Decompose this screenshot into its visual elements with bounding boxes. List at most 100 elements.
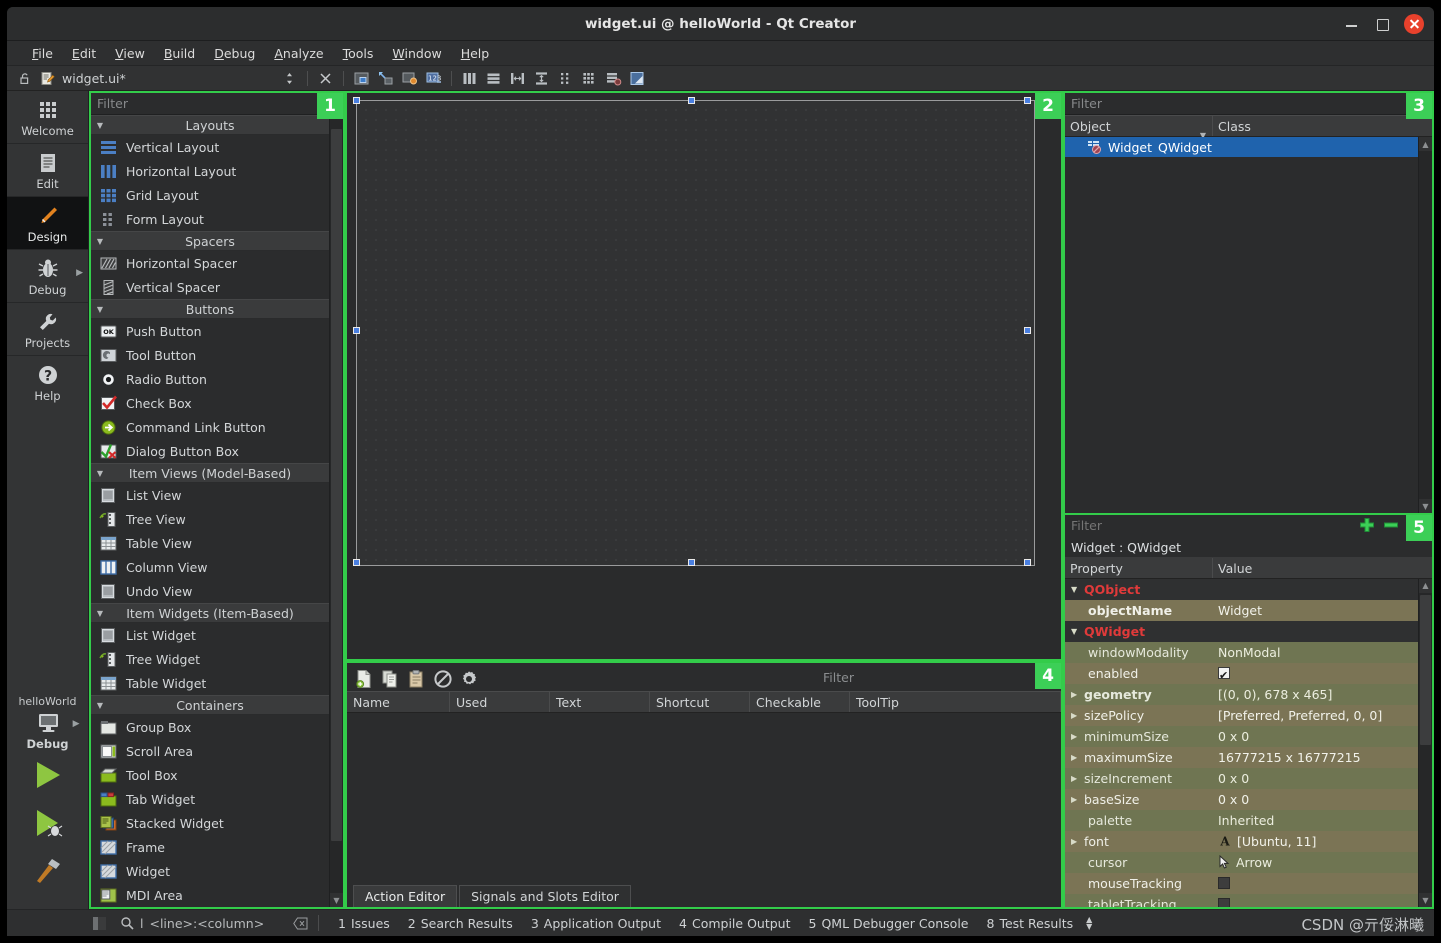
output-pane-qml-debugger-console[interactable]: 5 QML Debugger Console xyxy=(800,916,978,931)
resize-handle-bottom-center[interactable] xyxy=(688,559,695,566)
property-row[interactable]: palette Inherited xyxy=(1065,809,1418,831)
layout-vertically-icon[interactable] xyxy=(485,70,502,87)
widget-box-item[interactable]: Radio Button xyxy=(91,367,329,391)
split-selector-icon[interactable] xyxy=(281,70,298,87)
action-editor-rows[interactable] xyxy=(347,713,1061,881)
edit-signals-slots-icon[interactable] xyxy=(377,70,394,87)
menu-file[interactable]: File xyxy=(23,44,62,63)
resize-handle-middle-right[interactable] xyxy=(1024,327,1031,334)
edit-tab-order-icon[interactable]: 123 xyxy=(425,70,442,87)
form-canvas[interactable] xyxy=(356,100,1035,566)
column-header-used[interactable]: Used xyxy=(450,692,550,712)
property-row[interactable]: ▶ minimumSize 0 x 0 xyxy=(1065,725,1418,747)
layout-horizontally-icon[interactable] xyxy=(461,70,478,87)
widget-box-item[interactable]: Command Link Button xyxy=(91,415,329,439)
menu-view[interactable]: View xyxy=(106,44,154,63)
property-row[interactable]: ▶ maximumSize 16777215 x 16777215 xyxy=(1065,746,1418,768)
chevron-right-icon[interactable]: ▶ xyxy=(1071,837,1084,846)
property-row[interactable]: ▶ baseSize 0 x 0 xyxy=(1065,788,1418,810)
widget-box-item[interactable]: Vertical Spacer xyxy=(91,275,329,299)
resize-handle-middle-left[interactable] xyxy=(353,327,360,334)
action-editor-filter[interactable]: Filter xyxy=(823,670,1053,685)
output-pane-selector-icon[interactable]: ▲ ▼ xyxy=(1086,915,1092,930)
widget-box-item[interactable]: Horizontal Spacer xyxy=(91,251,329,275)
chevron-right-icon[interactable]: ▶ xyxy=(1071,774,1084,783)
widget-box-item[interactable]: List Widget xyxy=(91,623,329,647)
property-editor-scrollbar[interactable]: ▲ ▼ xyxy=(1418,578,1432,907)
column-header-value[interactable]: Value xyxy=(1213,558,1432,578)
scrollbar-thumb[interactable] xyxy=(1420,594,1431,745)
edit-widgets-icon[interactable] xyxy=(353,70,370,87)
build-button[interactable] xyxy=(7,847,89,895)
object-inspector-filter[interactable] xyxy=(1065,93,1432,115)
property-row[interactable]: ▶ sizeIncrement 0 x 0 xyxy=(1065,767,1418,789)
edit-buddies-icon[interactable] xyxy=(401,70,418,87)
chevron-right-icon[interactable]: ▶ xyxy=(1071,795,1084,804)
chevron-down-icon[interactable]: ▼ xyxy=(1071,585,1084,594)
column-header-property[interactable]: Property xyxy=(1065,557,1213,578)
widget-box-item[interactable]: Table View xyxy=(91,531,329,555)
widget-box-item[interactable]: Tool Button xyxy=(91,343,329,367)
checkbox-unchecked-icon[interactable] xyxy=(1218,898,1230,907)
widget-box-item[interactable]: Dialog Button Box xyxy=(91,439,329,463)
widget-box-item[interactable]: Form Layout xyxy=(91,207,329,231)
menu-build[interactable]: Build xyxy=(155,44,204,63)
chevron-right-icon[interactable]: ▶ xyxy=(1071,690,1084,699)
widget-box-group-header[interactable]: ▼ Buttons xyxy=(91,299,329,319)
adjust-size-icon[interactable] xyxy=(629,70,646,87)
menu-debug[interactable]: Debug xyxy=(205,44,264,63)
document-selector[interactable]: widget.ui* xyxy=(15,71,263,86)
scroll-down-arrow-icon[interactable]: ▼ xyxy=(1419,499,1432,513)
maximize-icon[interactable] xyxy=(1374,16,1390,32)
unlocked-icon[interactable] xyxy=(18,71,33,86)
output-pane-issues[interactable]: 1 Issues xyxy=(329,916,399,931)
widget-box-item[interactable]: Stacked Widget xyxy=(91,811,329,835)
column-header-text[interactable]: Text xyxy=(550,692,650,712)
widget-box-filter-input[interactable] xyxy=(97,96,337,111)
resize-handle-top-left[interactable] xyxy=(353,97,360,104)
debug-button[interactable] xyxy=(7,799,89,847)
chevron-right-icon[interactable]: ▶ xyxy=(1071,753,1084,762)
object-inspector-filter-input[interactable] xyxy=(1071,96,1426,111)
clear-icon[interactable] xyxy=(293,917,308,930)
checkbox-checked-icon[interactable] xyxy=(1218,665,1230,684)
widget-box-item[interactable]: OK Push Button xyxy=(91,319,329,343)
widget-box-item[interactable]: Widget xyxy=(91,859,329,883)
locator-input[interactable]: l <line>:<column> xyxy=(120,916,308,931)
widget-box-item[interactable]: Tool Box xyxy=(91,763,329,787)
widget-box-group-header[interactable]: ▼ Layouts xyxy=(91,115,329,135)
scroll-up-arrow-icon[interactable]: ▲ xyxy=(1419,137,1432,151)
property-group-row[interactable]: ▼ QObject xyxy=(1065,578,1418,600)
widget-box-item[interactable]: Horizontal Layout xyxy=(91,159,329,183)
column-header-name[interactable]: Name xyxy=(347,692,450,712)
property-editor-filter[interactable] xyxy=(1065,515,1432,537)
widget-box-scrollbar[interactable]: ▼ xyxy=(329,115,343,907)
layout-grid-icon[interactable] xyxy=(581,70,598,87)
widget-box-item[interactable]: Table Widget xyxy=(91,671,329,695)
add-property-icon[interactable] xyxy=(1358,516,1376,534)
minimize-icon[interactable] xyxy=(1344,16,1360,32)
tab-signals-and-slots-editor[interactable]: Signals and Slots Editor xyxy=(459,885,631,907)
output-pane-search-results[interactable]: 2 Search Results xyxy=(399,916,522,931)
output-pane-application-output[interactable]: 3 Application Output xyxy=(522,916,670,931)
mode-edit[interactable]: Edit xyxy=(7,144,88,196)
widget-box-group-header[interactable]: ▼ Containers xyxy=(91,695,329,715)
property-row[interactable]: tabletTracking xyxy=(1065,893,1418,907)
widget-box-filter[interactable] xyxy=(91,93,343,115)
widget-box-item[interactable]: Tree Widget xyxy=(91,647,329,671)
copy-icon[interactable] xyxy=(381,669,398,687)
scrollbar-thumb[interactable] xyxy=(331,129,342,841)
scroll-down-arrow-icon[interactable]: ▼ xyxy=(1419,893,1432,907)
paste-icon[interactable] xyxy=(407,669,424,687)
widget-box-item[interactable]: Scroll Area xyxy=(91,739,329,763)
chevron-down-icon[interactable]: ▼ xyxy=(1071,627,1084,636)
widget-box-item[interactable]: List View xyxy=(91,483,329,507)
property-row[interactable]: ▶ font A [Ubuntu, 11] xyxy=(1065,830,1418,852)
close-icon[interactable] xyxy=(1404,14,1424,34)
resize-handle-top-right[interactable] xyxy=(1024,97,1031,104)
property-editor-filter-input[interactable] xyxy=(1071,518,1321,534)
mode-welcome[interactable]: Welcome xyxy=(7,91,88,143)
widget-box-group-header[interactable]: ▼ Item Widgets (Item-Based) xyxy=(91,603,329,623)
column-header-checkable[interactable]: Checkable xyxy=(750,692,850,712)
form-editor-panel[interactable]: 2 xyxy=(345,91,1063,661)
